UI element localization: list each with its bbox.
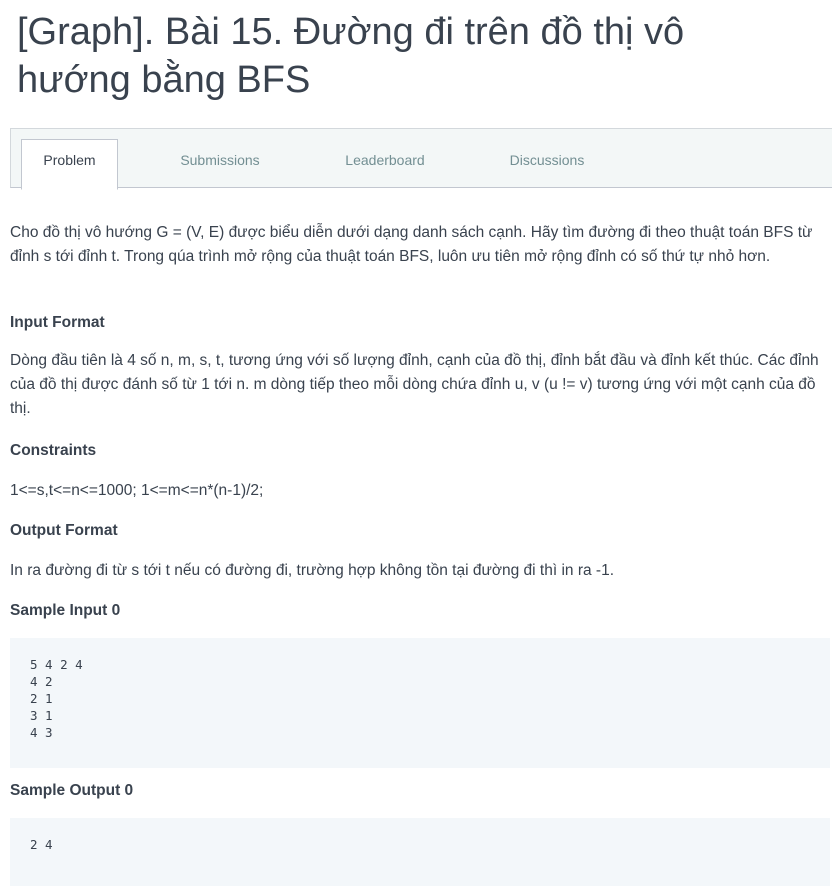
- sample-input-heading: Sample Input 0: [10, 602, 121, 619]
- input-format-text: Dòng đầu tiên là 4 số n, m, s, t, tương …: [10, 352, 819, 417]
- tab-leaderboard[interactable]: Leaderboard: [323, 139, 447, 190]
- problem-page: [Graph]. Bài 15. Đường đi trên đồ thị vô…: [0, 0, 832, 886]
- statement-text: Cho đồ thị vô hướng G = (V, E) được biểu…: [10, 224, 813, 265]
- sample-output-code[interactable]: 2 4: [10, 818, 830, 886]
- output-format-heading: Output Format: [10, 522, 118, 539]
- tab-problem[interactable]: Problem: [21, 139, 118, 190]
- output-format-text: In ra đường đi từ s tới t nếu có đường đ…: [10, 562, 615, 579]
- sample-output-heading: Sample Output 0: [10, 782, 134, 799]
- tab-bar: Problem Submissions Leaderboard Discussi…: [10, 128, 832, 190]
- sample-input-code[interactable]: 5 4 2 4 4 2 2 1 3 1 4 3: [10, 638, 830, 768]
- constraints-heading: Constraints: [10, 442, 97, 459]
- tab-discussions[interactable]: Discussions: [489, 139, 605, 190]
- page-title: [Graph]. Bài 15. Đường đi trên đồ thị vô…: [17, 11, 685, 101]
- constraints-text: 1<=s,t<=n<=1000; 1<=m<=n*(n-1)/2;: [10, 482, 264, 499]
- tab-submissions[interactable]: Submissions: [157, 139, 283, 190]
- input-format-heading: Input Format: [10, 314, 105, 331]
